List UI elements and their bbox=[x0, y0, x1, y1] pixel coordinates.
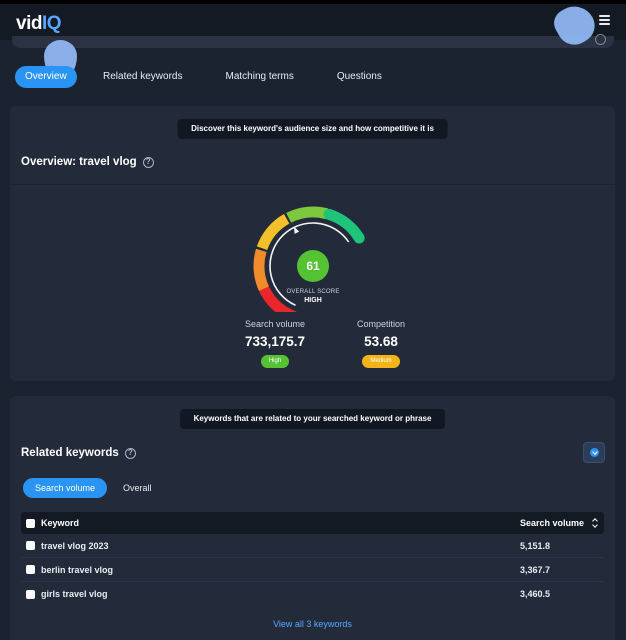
table-header: Keyword Search volume bbox=[21, 512, 604, 534]
download-circle-icon bbox=[590, 448, 599, 457]
overall-score-value: 61 bbox=[297, 250, 329, 282]
download-button[interactable] bbox=[583, 442, 605, 463]
overview-card: Discover this keyword's audience size an… bbox=[10, 106, 615, 381]
related-banner: Keywords that are related to your search… bbox=[179, 409, 446, 429]
sort-icon[interactable] bbox=[592, 518, 598, 528]
keywords-table: Keyword Search volume travel vlog 2023 5… bbox=[21, 512, 604, 606]
top-bar: vidIQ bbox=[0, 0, 626, 40]
gauge-segment bbox=[253, 248, 270, 291]
tab-overview[interactable]: Overview bbox=[15, 66, 77, 88]
overall-score-level: HIGH bbox=[304, 297, 322, 304]
question-circle-icon[interactable]: ? bbox=[142, 156, 154, 168]
view-all-keywords-link[interactable]: View all 3 keywords bbox=[10, 619, 615, 629]
vidiq-logo[interactable]: vidIQ bbox=[16, 13, 62, 35]
gauge-segment bbox=[286, 206, 329, 223]
competition-badge: Medium bbox=[362, 355, 400, 368]
row-keyword[interactable]: berlin travel vlog bbox=[41, 565, 113, 575]
clear-search-icon[interactable] bbox=[595, 34, 606, 45]
related-title-text: Related keywords bbox=[21, 447, 119, 459]
overview-banner: Discover this keyword's audience size an… bbox=[177, 119, 448, 139]
select-all-checkbox[interactable] bbox=[26, 518, 35, 528]
overview-title-text: Overview: travel vlog bbox=[21, 156, 137, 168]
overview-title: Overview: travel vlog ? bbox=[21, 156, 154, 168]
row-keyword[interactable]: travel vlog 2023 bbox=[41, 541, 109, 551]
table-row: berlin travel vlog 3,367.7 bbox=[21, 558, 604, 582]
subtab-overall[interactable]: Overall bbox=[111, 478, 164, 498]
gauge-segment bbox=[256, 214, 290, 251]
gauge-segment bbox=[323, 208, 365, 244]
sort-subtabs: Search volume Overall bbox=[23, 478, 164, 498]
row-checkbox[interactable] bbox=[26, 565, 35, 574]
related-title: Related keywords ? bbox=[21, 447, 136, 459]
row-volume: 5,151.8 bbox=[520, 540, 551, 551]
competition-metric: Competition 53.68 Medium bbox=[326, 319, 436, 368]
divider bbox=[10, 184, 615, 185]
table-row: travel vlog 2023 5,151.8 bbox=[21, 534, 604, 558]
row-keyword[interactable]: girls travel vlog bbox=[41, 589, 108, 599]
gauge-needle-icon bbox=[293, 226, 300, 234]
tab-questions[interactable]: Questions bbox=[320, 66, 399, 88]
row-volume: 3,460.5 bbox=[520, 589, 551, 599]
logo-text: vid bbox=[16, 13, 42, 34]
subtab-search-volume[interactable]: Search volume bbox=[23, 478, 108, 498]
question-circle-icon[interactable]: ? bbox=[124, 447, 136, 459]
search-volume-value: 733,175.7 bbox=[244, 334, 306, 349]
search-volume-metric: Search volume 733,175.7 High bbox=[220, 319, 330, 368]
search-volume-column-header[interactable]: Search volume bbox=[520, 518, 584, 528]
row-checkbox[interactable] bbox=[26, 589, 35, 599]
logo-text-accent: IQ bbox=[41, 13, 62, 34]
row-checkbox[interactable] bbox=[26, 541, 35, 550]
keyword-column-header: Keyword bbox=[41, 518, 80, 528]
tab-matching-terms[interactable]: Matching terms bbox=[208, 66, 310, 88]
table-row: girls travel vlog 3,460.5 bbox=[21, 582, 604, 606]
tab-related-keywords[interactable]: Related keywords bbox=[86, 66, 199, 88]
keyword-tabs: Overview Related keywords Matching terms… bbox=[15, 66, 399, 88]
search-volume-label: Search volume bbox=[244, 319, 306, 329]
related-keywords-card: Keywords that are related to your search… bbox=[10, 396, 615, 640]
competition-value: 53.68 bbox=[364, 334, 398, 349]
hamburger-menu-icon[interactable] bbox=[599, 15, 610, 25]
search-bar[interactable] bbox=[12, 34, 614, 48]
overall-score-label: OVERALL SCORE bbox=[286, 289, 340, 295]
competition-label: Competition bbox=[356, 319, 406, 329]
search-volume-badge: High bbox=[260, 355, 290, 368]
row-volume: 3,367.7 bbox=[520, 564, 551, 575]
